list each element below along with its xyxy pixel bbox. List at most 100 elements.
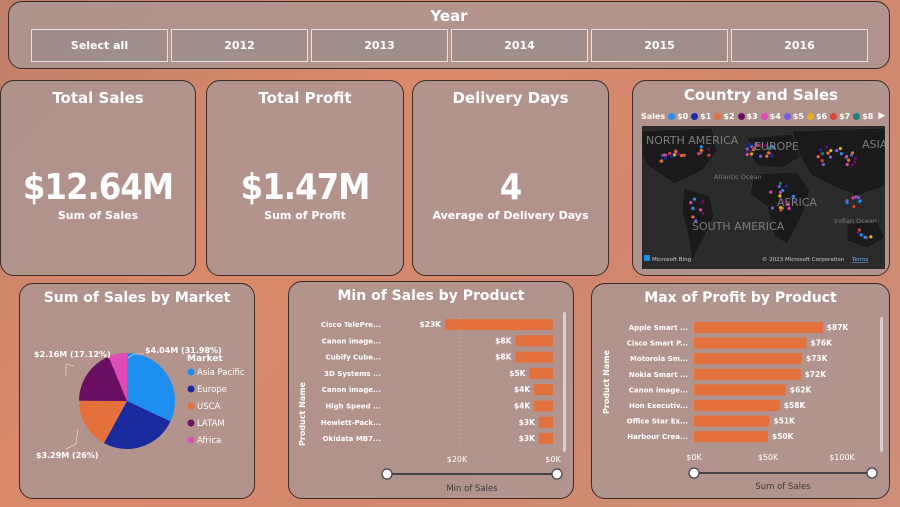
map-marker[interactable] [679, 153, 684, 158]
pie-legend-label[interactable]: USCA [197, 402, 221, 412]
bar-category-label: Cisco Smart P... [627, 340, 688, 348]
map-marker[interactable] [820, 158, 825, 163]
map-marker[interactable] [692, 197, 697, 202]
map-marker[interactable] [863, 235, 867, 240]
pie-label-usca-value: $2.16M (17.12%) [34, 350, 111, 359]
year-option-2014[interactable]: 2014 [451, 29, 588, 62]
bar[interactable] [529, 367, 554, 379]
map-marker[interactable] [818, 148, 823, 153]
bar-category-label: Motorola Sm... [630, 355, 688, 363]
delivery-days-title: Delivery Days [452, 89, 569, 107]
pie-legend-label[interactable]: Asia Pacific [197, 368, 245, 378]
bar-category-label: Canon image... [322, 386, 381, 394]
map-marker[interactable] [824, 145, 829, 149]
map-marker[interactable] [816, 154, 821, 159]
map-marker[interactable] [780, 188, 785, 193]
map-legend-item: $5 [783, 112, 804, 121]
world-map[interactable]: NORTH AMERICA EUROPE ASIA SOUTH AMERICA … [642, 126, 885, 269]
min-sales-slider-handle-right[interactable] [551, 468, 563, 480]
map-marker[interactable] [769, 153, 774, 158]
year-option-2013[interactable]: 2013 [311, 29, 448, 62]
map-marker[interactable] [820, 151, 825, 156]
map-marker[interactable] [858, 198, 863, 203]
min-sales-slider-handle-left[interactable] [381, 468, 393, 480]
map-marker[interactable] [828, 155, 833, 160]
map-legend-item-label: $6 [815, 111, 828, 121]
pie-legend-label[interactable]: Africa [197, 436, 221, 446]
map-marker[interactable] [828, 148, 833, 153]
year-option-2015[interactable]: 2015 [591, 29, 728, 62]
map-marker[interactable] [777, 184, 782, 189]
min-sales-scrollbar[interactable] [563, 312, 566, 452]
map-marker[interactable] [859, 232, 864, 237]
map-marker[interactable] [784, 184, 789, 189]
map-marker[interactable] [834, 148, 839, 153]
map-marker[interactable] [868, 234, 873, 239]
chevron-right-icon[interactable]: ▶ [878, 111, 885, 121]
bar[interactable] [515, 335, 553, 347]
year-option-select-all[interactable]: Select all [31, 29, 168, 62]
pie-legend-marker [187, 436, 195, 444]
map-marker[interactable] [758, 154, 763, 159]
map-marker[interactable] [844, 154, 849, 159]
map-terms-link[interactable]: Terms [851, 257, 868, 263]
map-marker[interactable] [821, 162, 826, 167]
map-marker[interactable] [673, 149, 678, 154]
bar[interactable] [538, 433, 553, 445]
map-marker[interactable] [701, 211, 706, 216]
year-option-2012[interactable]: 2012 [171, 29, 308, 62]
pie-legend-label[interactable]: Europe [197, 385, 227, 395]
map-legend-dot [853, 112, 861, 120]
map-marker[interactable] [770, 206, 775, 210]
map-marker[interactable] [699, 148, 704, 153]
bar[interactable] [445, 319, 553, 330]
bar[interactable] [694, 400, 780, 411]
map-marker[interactable] [659, 159, 664, 164]
map-marker[interactable] [691, 215, 695, 219]
max-profit-slider-handle-right[interactable] [866, 467, 878, 479]
bar[interactable] [694, 337, 807, 349]
map-marker[interactable] [853, 156, 858, 161]
map-marker[interactable] [696, 151, 701, 156]
bar[interactable] [534, 400, 553, 412]
map-marker[interactable] [851, 204, 856, 209]
map-marker[interactable] [845, 200, 850, 205]
bar[interactable] [694, 368, 801, 380]
map-marker[interactable] [707, 153, 711, 158]
bar[interactable] [538, 416, 553, 428]
map-marker[interactable] [701, 199, 705, 204]
bar[interactable] [694, 384, 786, 396]
map-marker[interactable] [768, 190, 773, 195]
bar[interactable] [694, 431, 768, 443]
map-marker[interactable] [838, 146, 843, 151]
map-marker[interactable] [748, 148, 753, 153]
map-marker[interactable] [850, 150, 855, 155]
map-marker[interactable] [662, 153, 667, 157]
map-marker[interactable] [851, 195, 856, 200]
map-marker[interactable] [846, 158, 851, 163]
map-marker[interactable] [706, 147, 711, 152]
map-marker[interactable] [688, 200, 693, 205]
pie-legend-label[interactable]: LATAM [197, 419, 225, 429]
map-marker[interactable] [698, 207, 703, 212]
bar[interactable] [534, 384, 553, 396]
max-profit-slider-handle-left[interactable] [688, 467, 700, 479]
map-marker[interactable] [667, 151, 672, 156]
map-marker[interactable] [826, 151, 830, 156]
map-marker[interactable] [839, 151, 844, 156]
map-marker[interactable] [764, 154, 769, 159]
year-option-2016[interactable]: 2016 [731, 29, 868, 62]
bar[interactable] [694, 322, 823, 333]
max-profit-tick-50k: $50K [758, 453, 779, 462]
map-marker[interactable] [690, 206, 695, 211]
map-marker[interactable] [852, 160, 857, 165]
bar[interactable] [694, 415, 770, 427]
bar[interactable] [515, 351, 553, 363]
map-marker[interactable] [857, 228, 862, 232]
bar[interactable] [694, 353, 802, 365]
map-marker[interactable] [745, 152, 750, 157]
max-profit-scrollbar[interactable] [880, 317, 883, 452]
map-marker[interactable] [747, 143, 752, 147]
map-marker[interactable] [856, 195, 861, 200]
map-marker[interactable] [845, 162, 850, 167]
